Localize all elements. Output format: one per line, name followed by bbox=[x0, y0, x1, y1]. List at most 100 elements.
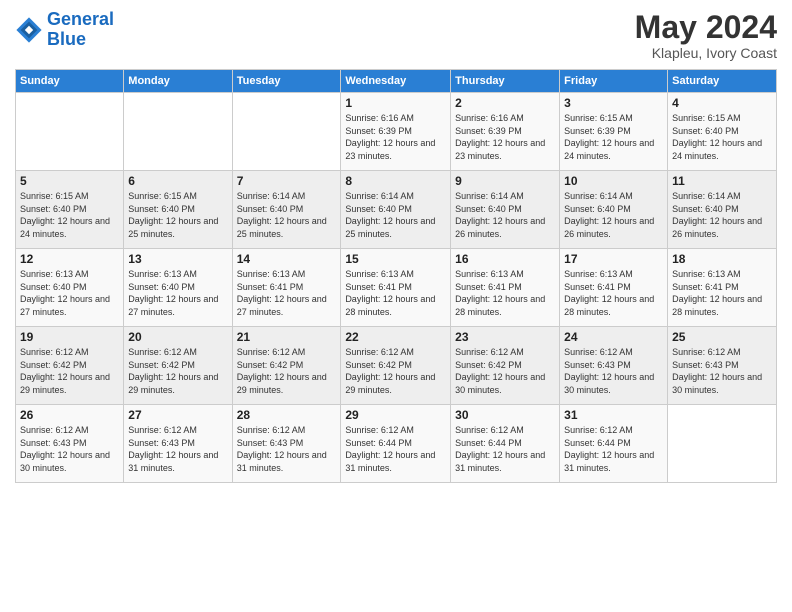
header-row: Sunday Monday Tuesday Wednesday Thursday… bbox=[16, 70, 777, 93]
logo-icon bbox=[15, 16, 43, 44]
day-cell: 14 Sunrise: 6:13 AMSunset: 6:41 PMDaylig… bbox=[232, 249, 341, 327]
calendar-table: Sunday Monday Tuesday Wednesday Thursday… bbox=[15, 69, 777, 483]
day-cell: 18 Sunrise: 6:13 AMSunset: 6:41 PMDaylig… bbox=[668, 249, 777, 327]
day-info: Sunrise: 6:14 AMSunset: 6:40 PMDaylight:… bbox=[455, 190, 555, 240]
day-info: Sunrise: 6:12 AMSunset: 6:44 PMDaylight:… bbox=[455, 424, 555, 474]
day-cell: 6 Sunrise: 6:15 AMSunset: 6:40 PMDayligh… bbox=[124, 171, 232, 249]
day-cell: 26 Sunrise: 6:12 AMSunset: 6:43 PMDaylig… bbox=[16, 405, 124, 483]
day-number: 16 bbox=[455, 252, 555, 266]
day-info: Sunrise: 6:12 AMSunset: 6:42 PMDaylight:… bbox=[128, 346, 227, 396]
day-info: Sunrise: 6:16 AMSunset: 6:39 PMDaylight:… bbox=[345, 112, 446, 162]
logo-line1: General bbox=[47, 9, 114, 29]
day-number: 19 bbox=[20, 330, 119, 344]
day-number: 29 bbox=[345, 408, 446, 422]
day-cell: 27 Sunrise: 6:12 AMSunset: 6:43 PMDaylig… bbox=[124, 405, 232, 483]
day-cell bbox=[16, 93, 124, 171]
day-number: 24 bbox=[564, 330, 663, 344]
day-cell bbox=[232, 93, 341, 171]
day-cell: 25 Sunrise: 6:12 AMSunset: 6:43 PMDaylig… bbox=[668, 327, 777, 405]
day-info: Sunrise: 6:13 AMSunset: 6:41 PMDaylight:… bbox=[564, 268, 663, 318]
day-number: 2 bbox=[455, 96, 555, 110]
col-monday: Monday bbox=[124, 70, 232, 93]
header: General Blue May 2024 Klapleu, Ivory Coa… bbox=[15, 10, 777, 61]
day-info: Sunrise: 6:16 AMSunset: 6:39 PMDaylight:… bbox=[455, 112, 555, 162]
day-info: Sunrise: 6:12 AMSunset: 6:43 PMDaylight:… bbox=[237, 424, 337, 474]
day-number: 28 bbox=[237, 408, 337, 422]
day-cell: 16 Sunrise: 6:13 AMSunset: 6:41 PMDaylig… bbox=[451, 249, 560, 327]
day-cell: 17 Sunrise: 6:13 AMSunset: 6:41 PMDaylig… bbox=[560, 249, 668, 327]
day-info: Sunrise: 6:13 AMSunset: 6:41 PMDaylight:… bbox=[345, 268, 446, 318]
day-number: 6 bbox=[128, 174, 227, 188]
day-number: 12 bbox=[20, 252, 119, 266]
day-number: 18 bbox=[672, 252, 772, 266]
logo-text: General Blue bbox=[47, 10, 114, 50]
day-cell: 13 Sunrise: 6:13 AMSunset: 6:40 PMDaylig… bbox=[124, 249, 232, 327]
day-cell bbox=[124, 93, 232, 171]
week-row-1: 1 Sunrise: 6:16 AMSunset: 6:39 PMDayligh… bbox=[16, 93, 777, 171]
day-info: Sunrise: 6:13 AMSunset: 6:41 PMDaylight:… bbox=[672, 268, 772, 318]
day-info: Sunrise: 6:15 AMSunset: 6:40 PMDaylight:… bbox=[20, 190, 119, 240]
day-cell: 4 Sunrise: 6:15 AMSunset: 6:40 PMDayligh… bbox=[668, 93, 777, 171]
day-info: Sunrise: 6:12 AMSunset: 6:43 PMDaylight:… bbox=[20, 424, 119, 474]
day-cell: 2 Sunrise: 6:16 AMSunset: 6:39 PMDayligh… bbox=[451, 93, 560, 171]
day-number: 17 bbox=[564, 252, 663, 266]
main-title: May 2024 bbox=[635, 10, 777, 45]
week-row-3: 12 Sunrise: 6:13 AMSunset: 6:40 PMDaylig… bbox=[16, 249, 777, 327]
day-cell: 30 Sunrise: 6:12 AMSunset: 6:44 PMDaylig… bbox=[451, 405, 560, 483]
day-cell: 9 Sunrise: 6:14 AMSunset: 6:40 PMDayligh… bbox=[451, 171, 560, 249]
day-number: 3 bbox=[564, 96, 663, 110]
calendar-header: Sunday Monday Tuesday Wednesday Thursday… bbox=[16, 70, 777, 93]
day-number: 9 bbox=[455, 174, 555, 188]
day-cell: 5 Sunrise: 6:15 AMSunset: 6:40 PMDayligh… bbox=[16, 171, 124, 249]
day-info: Sunrise: 6:13 AMSunset: 6:40 PMDaylight:… bbox=[128, 268, 227, 318]
day-cell: 29 Sunrise: 6:12 AMSunset: 6:44 PMDaylig… bbox=[341, 405, 451, 483]
day-info: Sunrise: 6:15 AMSunset: 6:39 PMDaylight:… bbox=[564, 112, 663, 162]
day-cell: 28 Sunrise: 6:12 AMSunset: 6:43 PMDaylig… bbox=[232, 405, 341, 483]
day-number: 23 bbox=[455, 330, 555, 344]
day-number: 14 bbox=[237, 252, 337, 266]
day-info: Sunrise: 6:12 AMSunset: 6:43 PMDaylight:… bbox=[672, 346, 772, 396]
day-info: Sunrise: 6:13 AMSunset: 6:41 PMDaylight:… bbox=[455, 268, 555, 318]
subtitle: Klapleu, Ivory Coast bbox=[635, 45, 777, 61]
page: General Blue May 2024 Klapleu, Ivory Coa… bbox=[0, 0, 792, 612]
day-number: 20 bbox=[128, 330, 227, 344]
day-info: Sunrise: 6:12 AMSunset: 6:43 PMDaylight:… bbox=[564, 346, 663, 396]
day-cell: 8 Sunrise: 6:14 AMSunset: 6:40 PMDayligh… bbox=[341, 171, 451, 249]
col-saturday: Saturday bbox=[668, 70, 777, 93]
day-number: 7 bbox=[237, 174, 337, 188]
day-info: Sunrise: 6:12 AMSunset: 6:44 PMDaylight:… bbox=[564, 424, 663, 474]
day-info: Sunrise: 6:13 AMSunset: 6:41 PMDaylight:… bbox=[237, 268, 337, 318]
day-cell: 7 Sunrise: 6:14 AMSunset: 6:40 PMDayligh… bbox=[232, 171, 341, 249]
day-cell: 22 Sunrise: 6:12 AMSunset: 6:42 PMDaylig… bbox=[341, 327, 451, 405]
day-cell: 31 Sunrise: 6:12 AMSunset: 6:44 PMDaylig… bbox=[560, 405, 668, 483]
col-friday: Friday bbox=[560, 70, 668, 93]
day-number: 4 bbox=[672, 96, 772, 110]
day-info: Sunrise: 6:12 AMSunset: 6:42 PMDaylight:… bbox=[345, 346, 446, 396]
day-number: 13 bbox=[128, 252, 227, 266]
day-number: 8 bbox=[345, 174, 446, 188]
day-cell: 20 Sunrise: 6:12 AMSunset: 6:42 PMDaylig… bbox=[124, 327, 232, 405]
day-cell: 1 Sunrise: 6:16 AMSunset: 6:39 PMDayligh… bbox=[341, 93, 451, 171]
day-info: Sunrise: 6:15 AMSunset: 6:40 PMDaylight:… bbox=[128, 190, 227, 240]
day-info: Sunrise: 6:15 AMSunset: 6:40 PMDaylight:… bbox=[672, 112, 772, 162]
day-number: 30 bbox=[455, 408, 555, 422]
day-cell: 23 Sunrise: 6:12 AMSunset: 6:42 PMDaylig… bbox=[451, 327, 560, 405]
day-cell: 10 Sunrise: 6:14 AMSunset: 6:40 PMDaylig… bbox=[560, 171, 668, 249]
week-row-4: 19 Sunrise: 6:12 AMSunset: 6:42 PMDaylig… bbox=[16, 327, 777, 405]
day-number: 15 bbox=[345, 252, 446, 266]
day-info: Sunrise: 6:14 AMSunset: 6:40 PMDaylight:… bbox=[237, 190, 337, 240]
week-row-2: 5 Sunrise: 6:15 AMSunset: 6:40 PMDayligh… bbox=[16, 171, 777, 249]
day-info: Sunrise: 6:14 AMSunset: 6:40 PMDaylight:… bbox=[672, 190, 772, 240]
day-number: 10 bbox=[564, 174, 663, 188]
col-thursday: Thursday bbox=[451, 70, 560, 93]
day-number: 31 bbox=[564, 408, 663, 422]
col-sunday: Sunday bbox=[16, 70, 124, 93]
day-cell: 3 Sunrise: 6:15 AMSunset: 6:39 PMDayligh… bbox=[560, 93, 668, 171]
col-tuesday: Tuesday bbox=[232, 70, 341, 93]
day-cell: 19 Sunrise: 6:12 AMSunset: 6:42 PMDaylig… bbox=[16, 327, 124, 405]
day-info: Sunrise: 6:14 AMSunset: 6:40 PMDaylight:… bbox=[345, 190, 446, 240]
day-info: Sunrise: 6:12 AMSunset: 6:42 PMDaylight:… bbox=[20, 346, 119, 396]
day-cell: 24 Sunrise: 6:12 AMSunset: 6:43 PMDaylig… bbox=[560, 327, 668, 405]
logo-line2: Blue bbox=[47, 29, 86, 49]
day-info: Sunrise: 6:12 AMSunset: 6:44 PMDaylight:… bbox=[345, 424, 446, 474]
